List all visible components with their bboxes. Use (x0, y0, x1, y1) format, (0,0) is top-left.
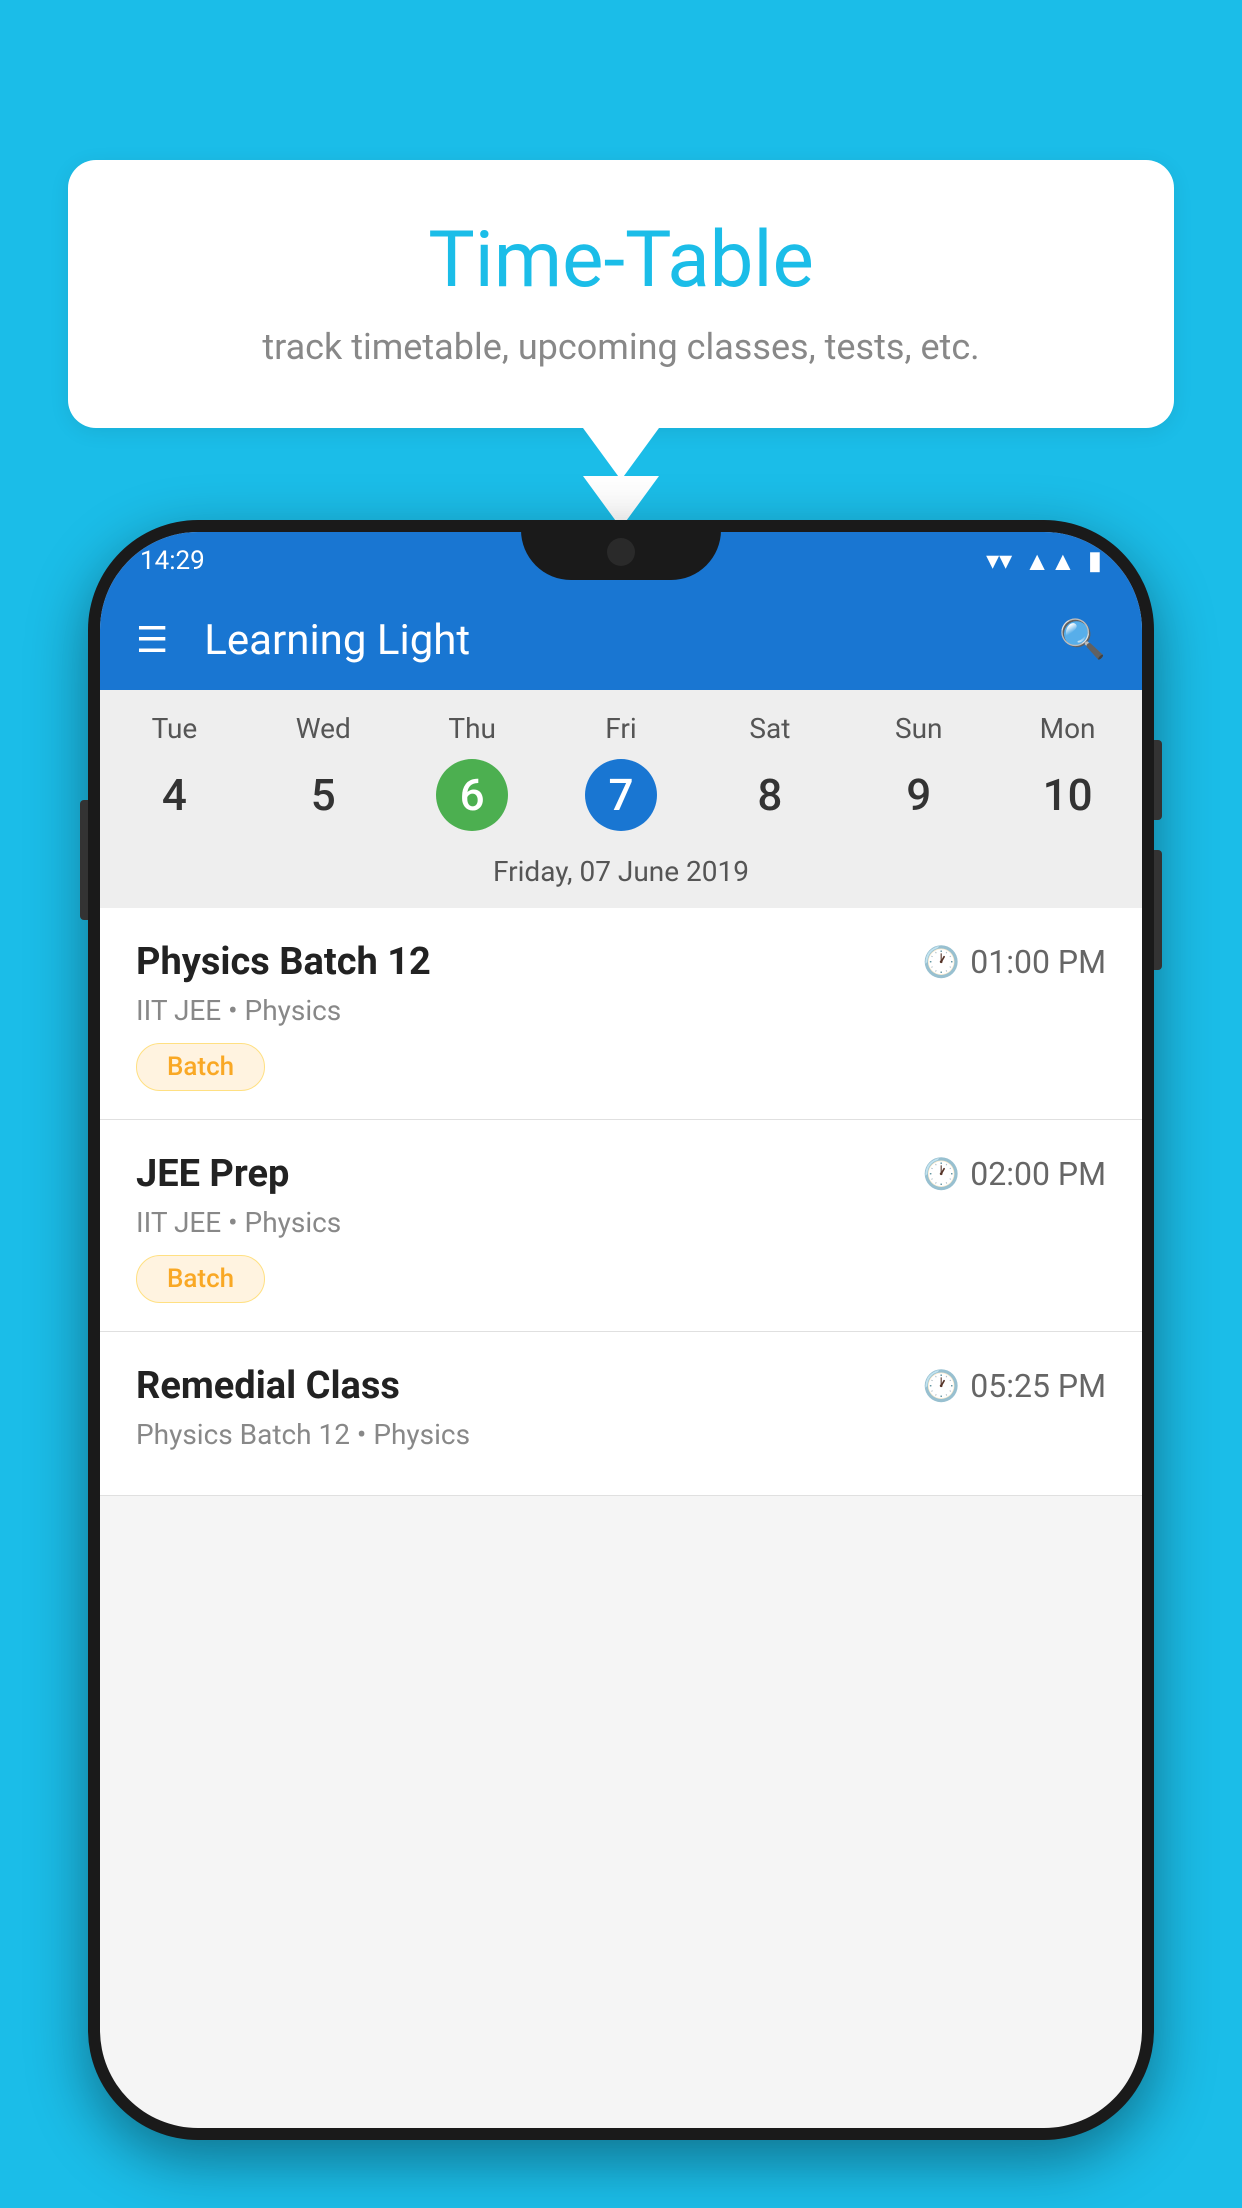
day-name: Wed (249, 712, 398, 745)
day-name: Thu (398, 712, 547, 745)
signal-icon: ▲▲ (1024, 546, 1075, 577)
schedule-item-time: 🕐 05:25 PM (923, 1367, 1106, 1405)
clock-icon: 🕐 (923, 1369, 960, 1404)
bubble-title: Time-Table (128, 215, 1114, 306)
time-text: 01:00 PM (970, 943, 1106, 981)
app-bar: ☰ Learning Light 🔍 (100, 590, 1142, 690)
day-name: Sun (844, 712, 993, 745)
schedule-item-0[interactable]: Physics Batch 12 🕐 01:00 PM IIT JEE • Physi… (100, 908, 1142, 1120)
day-number[interactable]: 10 (1032, 759, 1104, 831)
schedule-item-title: Remedial Class (136, 1364, 400, 1408)
menu-icon[interactable]: ☰ (136, 619, 168, 661)
day-number[interactable]: 8 (734, 759, 806, 831)
schedule-item-2[interactable]: Remedial Class 🕐 05:25 PM Physics Batch 12 … (100, 1332, 1142, 1496)
side-button-left (80, 800, 88, 920)
phone-outer: 14:29 ▾▾ ▲▲ ▮ ☰ Learning Light 🔍 Tue 4 Wed… (88, 520, 1154, 2140)
speech-bubble: Time-Table track timetable, upcoming cla… (68, 160, 1174, 428)
battery-icon: ▮ (1088, 546, 1102, 576)
schedule-item-meta: Physics Batch 12 • Physics (136, 1418, 1106, 1451)
phone-notch (521, 520, 721, 580)
day-name: Fri (547, 712, 696, 745)
day-name: Mon (993, 712, 1142, 745)
schedule-item-title: JEE Prep (136, 1152, 289, 1196)
volume-up-button (1154, 740, 1162, 820)
volume-down-button (1154, 850, 1162, 970)
schedule-item-1[interactable]: JEE Prep 🕐 02:00 PM IIT JEE • Physics Batch (100, 1120, 1142, 1332)
day-number[interactable]: 7 (585, 759, 657, 831)
bubble-triangle (583, 428, 659, 480)
calendar-day-7[interactable]: Fri 7 (547, 712, 696, 831)
status-icons: ▾▾ ▲▲ ▮ (986, 546, 1102, 577)
day-name: Sat (695, 712, 844, 745)
calendar-day-5[interactable]: Wed 5 (249, 712, 398, 831)
day-number[interactable]: 6 (436, 759, 508, 831)
schedule-item-meta: IIT JEE • Physics (136, 994, 1106, 1027)
day-number[interactable]: 5 (287, 759, 359, 831)
batch-badge: Batch (136, 1043, 265, 1091)
schedule-list: Physics Batch 12 🕐 01:00 PM IIT JEE • Physi… (100, 908, 1142, 1496)
bubble-subtitle: track timetable, upcoming classes, tests… (128, 326, 1114, 368)
phone-frame: 14:29 ▾▾ ▲▲ ▮ ☰ Learning Light 🔍 Tue 4 Wed… (88, 520, 1154, 2208)
search-icon[interactable]: 🔍 (1059, 618, 1106, 662)
wifi-icon: ▾▾ (986, 546, 1012, 576)
batch-badge: Batch (136, 1255, 265, 1303)
day-number[interactable]: 9 (883, 759, 955, 831)
calendar-day-9[interactable]: Sun 9 (844, 712, 993, 831)
clock-icon: 🕐 (923, 945, 960, 980)
app-title: Learning Light (204, 616, 1058, 665)
clock-icon: 🕐 (923, 1157, 960, 1192)
calendar-day-8[interactable]: Sat 8 (695, 712, 844, 831)
time-text: 05:25 PM (970, 1367, 1106, 1405)
calendar-day-10[interactable]: Mon 10 (993, 712, 1142, 831)
day-name: Tue (100, 712, 249, 745)
speech-bubble-container: Time-Table track timetable, upcoming cla… (68, 160, 1174, 480)
time-text: 02:00 PM (970, 1155, 1106, 1193)
phone-camera (607, 538, 635, 566)
schedule-item-meta: IIT JEE • Physics (136, 1206, 1106, 1239)
calendar-date-label: Friday, 07 June 2019 (100, 839, 1142, 908)
schedule-item-time: 🕐 01:00 PM (923, 943, 1106, 981)
calendar-day-4[interactable]: Tue 4 (100, 712, 249, 831)
phone-screen: 14:29 ▾▾ ▲▲ ▮ ☰ Learning Light 🔍 Tue 4 Wed… (100, 532, 1142, 2128)
calendar-section: Tue 4 Wed 5 Thu 6 Fri 7 Sat 8 Sun 9 Mon 10 Friday, 07… (100, 690, 1142, 908)
day-number[interactable]: 4 (138, 759, 210, 831)
schedule-item-title: Physics Batch 12 (136, 940, 431, 984)
status-time: 14:29 (140, 546, 205, 576)
calendar-days-header: Tue 4 Wed 5 Thu 6 Fri 7 Sat 8 Sun 9 Mon 10 (100, 690, 1142, 839)
calendar-day-6[interactable]: Thu 6 (398, 712, 547, 831)
schedule-item-time: 🕐 02:00 PM (923, 1155, 1106, 1193)
